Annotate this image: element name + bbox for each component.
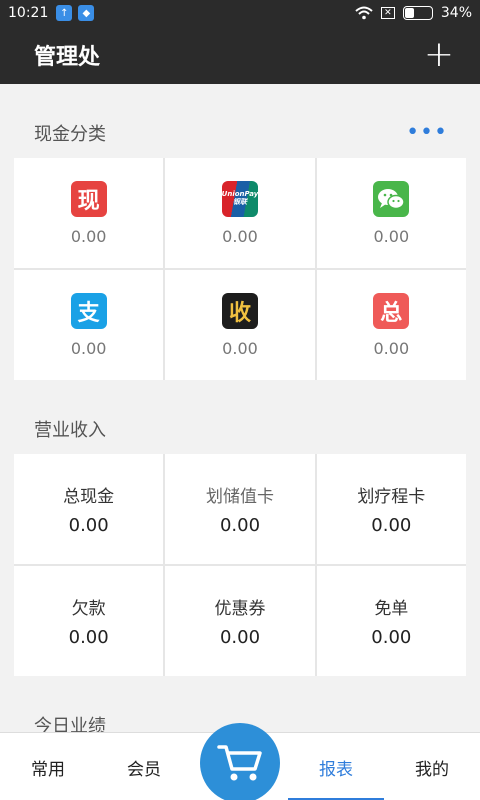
today-section-title: 今日业绩 <box>34 716 106 732</box>
unionpay-icon-text-cn: 银联 <box>232 197 247 206</box>
cash-item-shou[interactable]: 收 0.00 <box>165 270 315 380</box>
revenue-item-label: 总现金 <box>63 487 115 507</box>
cash-item-value: 0.00 <box>70 226 107 246</box>
status-right: ✕ 34% <box>355 5 472 21</box>
revenue-item-value: 0.00 <box>219 627 261 648</box>
wifi-icon <box>355 6 373 20</box>
revenue-item-label: 划储值卡 <box>205 487 274 507</box>
wechat-icon <box>373 180 410 217</box>
app-bar: 管理处 + <box>0 26 480 84</box>
revenue-section-header: 营业收入 <box>0 380 480 454</box>
cash-item-unionpay[interactable]: UnionPay 银联 0.00 <box>165 158 315 268</box>
total-icon: 总 <box>373 292 410 329</box>
status-bar: 10:21 ↑ ◆ ✕ 34% <box>0 0 480 26</box>
nav-item-mine[interactable]: 我的 <box>384 733 480 800</box>
revenue-item-free[interactable]: 免单 0.00 <box>316 566 466 676</box>
cash-item-wechat[interactable]: 0.00 <box>316 158 466 268</box>
status-time: 10:21 <box>8 5 49 21</box>
revenue-item-value: 0.00 <box>68 627 109 648</box>
cash-grid: 现 0.00 UnionPay 银联 0.00 0.00 支 0.00 收 0.… <box>14 158 466 380</box>
page-title: 管理处 <box>34 45 101 70</box>
cash-item-total[interactable]: 总 0.00 <box>316 270 466 380</box>
revenue-grid: 总现金 0.00 划储值卡 0.00 划疗程卡 0.00 欠款 0.00 优惠券… <box>14 454 466 676</box>
revenue-item-course-card[interactable]: 划疗程卡 0.00 <box>316 454 466 564</box>
alipay-icon: 支 <box>70 292 107 329</box>
cash-item-value: 0.00 <box>222 338 258 358</box>
revenue-item-value: 0.00 <box>371 627 412 648</box>
cart-button[interactable] <box>200 723 280 800</box>
no-sim-icon: ✕ <box>380 7 395 19</box>
shou-icon: 收 <box>221 292 258 329</box>
battery-percent: 34% <box>440 5 472 21</box>
cash-item-value: 0.00 <box>373 338 410 358</box>
nav-item-reports[interactable]: 报表 <box>288 733 384 800</box>
cash-item-value: 0.00 <box>70 338 107 358</box>
nav-item-common[interactable]: 常用 <box>0 733 96 800</box>
cart-icon <box>217 745 262 781</box>
revenue-item-value: 0.00 <box>68 515 109 536</box>
revenue-item-stored-card[interactable]: 划储值卡 0.00 <box>165 454 315 564</box>
unionpay-icon: UnionPay 银联 <box>222 180 258 217</box>
revenue-item-value: 0.00 <box>371 515 412 536</box>
cash-item-cash[interactable]: 现 0.00 <box>14 158 164 268</box>
revenue-item-total-cash[interactable]: 总现金 0.00 <box>14 454 164 564</box>
revenue-item-value: 0.00 <box>219 515 261 536</box>
cash-section-title: 现金分类 <box>34 124 106 145</box>
revenue-item-label: 划疗程卡 <box>357 487 426 507</box>
nav-item-members[interactable]: 会员 <box>96 733 192 800</box>
battery-icon <box>402 6 433 20</box>
revenue-section-title: 营业收入 <box>34 420 106 441</box>
more-button[interactable]: ••• <box>406 122 448 144</box>
app-notification-icon: ◆ <box>78 5 95 21</box>
revenue-item-coupon[interactable]: 优惠券 0.00 <box>165 566 315 676</box>
upload-icon: ↑ <box>56 5 73 21</box>
main-content[interactable]: 现金分类 ••• 现 0.00 UnionPay 银联 0.00 0.00 支 … <box>0 84 480 732</box>
cash-icon: 现 <box>70 180 107 217</box>
add-button[interactable]: + <box>424 37 454 73</box>
cash-section-header: 现金分类 ••• <box>0 84 480 158</box>
revenue-item-label: 欠款 <box>71 599 106 619</box>
cash-item-value: 0.00 <box>222 226 258 246</box>
revenue-item-label: 免单 <box>374 599 409 619</box>
cash-item-alipay[interactable]: 支 0.00 <box>14 270 164 380</box>
revenue-item-debt[interactable]: 欠款 0.00 <box>14 566 164 676</box>
revenue-item-label: 优惠券 <box>214 599 266 619</box>
cash-item-value: 0.00 <box>373 226 410 246</box>
